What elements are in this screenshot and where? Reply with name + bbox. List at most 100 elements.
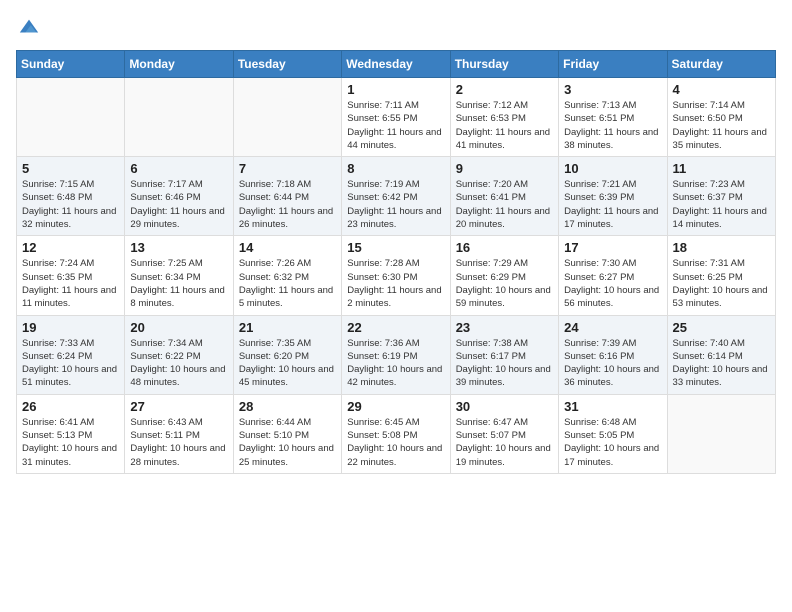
day-info: Sunrise: 7:20 AM Sunset: 6:41 PM Dayligh…: [456, 178, 553, 231]
day-number: 4: [673, 82, 770, 97]
day-number: 21: [239, 320, 336, 335]
day-info: Sunrise: 6:45 AM Sunset: 5:08 PM Dayligh…: [347, 416, 444, 469]
day-of-week-header: Thursday: [450, 51, 558, 78]
calendar-cell: 16 Sunrise: 7:29 AM Sunset: 6:29 PM Dayli…: [450, 236, 558, 315]
calendar-cell: 27Sunrise: 6:43 AM Sunset: 5:11 PM Dayli…: [125, 394, 233, 473]
day-info: Sunrise: 6:44 AM Sunset: 5:10 PM Dayligh…: [239, 416, 336, 469]
calendar-cell: 11 Sunrise: 7:23 AM Sunset: 6:37 PM Dayli…: [667, 157, 775, 236]
calendar-cell: 23 Sunrise: 7:38 AM Sunset: 6:17 PM Dayli…: [450, 315, 558, 394]
day-number: 7: [239, 161, 336, 176]
calendar-cell: 25 Sunrise: 7:40 AM Sunset: 6:14 PM Dayli…: [667, 315, 775, 394]
day-info: Sunrise: 7:21 AM Sunset: 6:39 PM Dayligh…: [564, 178, 661, 231]
calendar-cell: 3Sunrise: 7:13 AM Sunset: 6:51 PM Daylig…: [559, 78, 667, 157]
calendar-cell: 28Sunrise: 6:44 AM Sunset: 5:10 PM Dayli…: [233, 394, 341, 473]
day-info: Sunrise: 7:18 AM Sunset: 6:44 PM Dayligh…: [239, 178, 336, 231]
day-of-week-header: Sunday: [17, 51, 125, 78]
day-info: Sunrise: 7:28 AM Sunset: 6:30 PM Dayligh…: [347, 257, 444, 310]
day-number: 20: [130, 320, 227, 335]
day-info: Sunrise: 7:15 AM Sunset: 6:48 PM Dayligh…: [22, 178, 119, 231]
calendar-header-row: SundayMondayTuesdayWednesdayThursdayFrid…: [17, 51, 776, 78]
day-number: 22: [347, 320, 444, 335]
day-info: Sunrise: 6:41 AM Sunset: 5:13 PM Dayligh…: [22, 416, 119, 469]
calendar-cell: 4 Sunrise: 7:14 AM Sunset: 6:50 PM Daylig…: [667, 78, 775, 157]
day-number: 15: [347, 240, 444, 255]
day-number: 19: [22, 320, 119, 335]
calendar-cell: [17, 78, 125, 157]
day-number: 14: [239, 240, 336, 255]
day-info: Sunrise: 7:36 AM Sunset: 6:19 PM Dayligh…: [347, 337, 444, 390]
calendar-cell: 10 Sunrise: 7:21 AM Sunset: 6:39 PM Dayli…: [559, 157, 667, 236]
calendar-cell: 17 Sunrise: 7:30 AM Sunset: 6:27 PM Dayli…: [559, 236, 667, 315]
calendar-cell: 20Sunrise: 7:34 AM Sunset: 6:22 PM Dayli…: [125, 315, 233, 394]
calendar-cell: 18 Sunrise: 7:31 AM Sunset: 6:25 PM Dayli…: [667, 236, 775, 315]
day-info: Sunrise: 7:12 AM Sunset: 6:53 PM Dayligh…: [456, 99, 553, 152]
calendar-cell: 31 Sunrise: 6:48 AM Sunset: 5:05 PM Dayli…: [559, 394, 667, 473]
calendar-cell: [125, 78, 233, 157]
day-of-week-header: Saturday: [667, 51, 775, 78]
calendar-week-row: 19 Sunrise: 7:33 AM Sunset: 6:24 PM Dayli…: [17, 315, 776, 394]
calendar-cell: 14 Sunrise: 7:26 AM Sunset: 6:32 PM Dayli…: [233, 236, 341, 315]
day-number: 11: [673, 161, 770, 176]
day-of-week-header: Monday: [125, 51, 233, 78]
day-number: 6: [130, 161, 227, 176]
calendar-week-row: 26 Sunrise: 6:41 AM Sunset: 5:13 PM Dayli…: [17, 394, 776, 473]
calendar-cell: 21Sunrise: 7:35 AM Sunset: 6:20 PM Dayli…: [233, 315, 341, 394]
calendar-table: SundayMondayTuesdayWednesdayThursdayFrid…: [16, 50, 776, 474]
day-info: Sunrise: 6:48 AM Sunset: 5:05 PM Dayligh…: [564, 416, 661, 469]
day-number: 10: [564, 161, 661, 176]
calendar-cell: 24Sunrise: 7:39 AM Sunset: 6:16 PM Dayli…: [559, 315, 667, 394]
day-number: 24: [564, 320, 661, 335]
day-info: Sunrise: 7:40 AM Sunset: 6:14 PM Dayligh…: [673, 337, 770, 390]
day-info: Sunrise: 7:38 AM Sunset: 6:17 PM Dayligh…: [456, 337, 553, 390]
day-info: Sunrise: 7:14 AM Sunset: 6:50 PM Dayligh…: [673, 99, 770, 152]
calendar-cell: 26 Sunrise: 6:41 AM Sunset: 5:13 PM Dayli…: [17, 394, 125, 473]
calendar-cell: 13 Sunrise: 7:25 AM Sunset: 6:34 PM Dayli…: [125, 236, 233, 315]
day-info: Sunrise: 7:25 AM Sunset: 6:34 PM Dayligh…: [130, 257, 227, 310]
day-info: Sunrise: 7:24 AM Sunset: 6:35 PM Dayligh…: [22, 257, 119, 310]
calendar-cell: 5 Sunrise: 7:15 AM Sunset: 6:48 PM Daylig…: [17, 157, 125, 236]
day-info: Sunrise: 7:17 AM Sunset: 6:46 PM Dayligh…: [130, 178, 227, 231]
day-number: 18: [673, 240, 770, 255]
calendar-week-row: 1 Sunrise: 7:11 AM Sunset: 6:55 PM Daylig…: [17, 78, 776, 157]
day-info: Sunrise: 7:29 AM Sunset: 6:29 PM Dayligh…: [456, 257, 553, 310]
calendar-cell: 9 Sunrise: 7:20 AM Sunset: 6:41 PM Daylig…: [450, 157, 558, 236]
day-number: 30: [456, 399, 553, 414]
day-number: 16: [456, 240, 553, 255]
calendar-cell: 7 Sunrise: 7:18 AM Sunset: 6:44 PM Daylig…: [233, 157, 341, 236]
day-info: Sunrise: 7:30 AM Sunset: 6:27 PM Dayligh…: [564, 257, 661, 310]
day-of-week-header: Wednesday: [342, 51, 450, 78]
day-info: Sunrise: 7:19 AM Sunset: 6:42 PM Dayligh…: [347, 178, 444, 231]
page-header: [16, 16, 776, 38]
day-number: 9: [456, 161, 553, 176]
day-number: 17: [564, 240, 661, 255]
day-number: 31: [564, 399, 661, 414]
calendar-cell: [233, 78, 341, 157]
day-info: Sunrise: 7:23 AM Sunset: 6:37 PM Dayligh…: [673, 178, 770, 231]
day-number: 29: [347, 399, 444, 414]
calendar-cell: 8 Sunrise: 7:19 AM Sunset: 6:42 PM Daylig…: [342, 157, 450, 236]
day-number: 1: [347, 82, 444, 97]
day-number: 8: [347, 161, 444, 176]
day-info: Sunrise: 7:31 AM Sunset: 6:25 PM Dayligh…: [673, 257, 770, 310]
day-number: 13: [130, 240, 227, 255]
calendar-cell: 2 Sunrise: 7:12 AM Sunset: 6:53 PM Daylig…: [450, 78, 558, 157]
day-info: Sunrise: 7:26 AM Sunset: 6:32 PM Dayligh…: [239, 257, 336, 310]
day-number: 5: [22, 161, 119, 176]
day-info: Sunrise: 6:43 AM Sunset: 5:11 PM Dayligh…: [130, 416, 227, 469]
calendar-cell: 22 Sunrise: 7:36 AM Sunset: 6:19 PM Dayli…: [342, 315, 450, 394]
day-number: 26: [22, 399, 119, 414]
calendar-week-row: 12 Sunrise: 7:24 AM Sunset: 6:35 PM Dayli…: [17, 236, 776, 315]
day-number: 2: [456, 82, 553, 97]
day-number: 25: [673, 320, 770, 335]
calendar-cell: 12 Sunrise: 7:24 AM Sunset: 6:35 PM Dayli…: [17, 236, 125, 315]
calendar-cell: 19 Sunrise: 7:33 AM Sunset: 6:24 PM Dayli…: [17, 315, 125, 394]
day-info: Sunrise: 7:33 AM Sunset: 6:24 PM Dayligh…: [22, 337, 119, 390]
calendar-cell: 6 Sunrise: 7:17 AM Sunset: 6:46 PM Daylig…: [125, 157, 233, 236]
day-info: Sunrise: 6:47 AM Sunset: 5:07 PM Dayligh…: [456, 416, 553, 469]
day-of-week-header: Tuesday: [233, 51, 341, 78]
day-number: 12: [22, 240, 119, 255]
day-number: 23: [456, 320, 553, 335]
calendar-cell: 1 Sunrise: 7:11 AM Sunset: 6:55 PM Daylig…: [342, 78, 450, 157]
calendar-cell: 29 Sunrise: 6:45 AM Sunset: 5:08 PM Dayli…: [342, 394, 450, 473]
day-info: Sunrise: 7:11 AM Sunset: 6:55 PM Dayligh…: [347, 99, 444, 152]
